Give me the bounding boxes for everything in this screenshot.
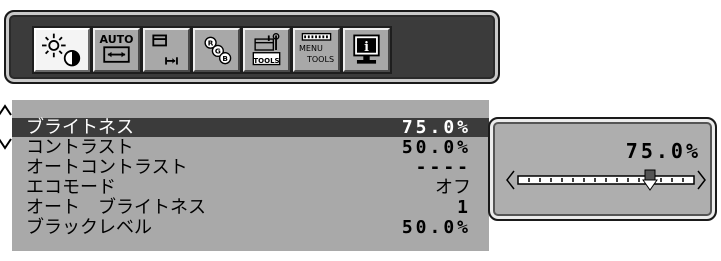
setting-label: コントラスト bbox=[26, 137, 134, 158]
setting-row-brightness[interactable]: ブライトネス 75.0% bbox=[12, 118, 489, 137]
auto-adjust-icon bbox=[103, 46, 130, 63]
brightness-slider[interactable] bbox=[506, 167, 706, 193]
tab-menu-tools-label: TOOLS bbox=[307, 55, 335, 64]
tab-color[interactable]: R G B bbox=[193, 28, 240, 72]
svg-text:B: B bbox=[222, 54, 228, 63]
setting-row-auto-brightness[interactable]: オート ブライトネス 1 bbox=[12, 198, 489, 217]
setting-row-contrast[interactable]: コントラスト 50.0% bbox=[12, 138, 489, 157]
tab-brightness-contrast[interactable] bbox=[34, 28, 90, 72]
tab-position[interactable] bbox=[143, 28, 190, 72]
setting-label: ブライトネス bbox=[26, 117, 134, 138]
slider-right-arrow-icon bbox=[697, 170, 706, 190]
brightness-contrast-icon bbox=[42, 33, 81, 67]
tab-information[interactable]: i bbox=[343, 28, 390, 72]
setting-value: 75.0% bbox=[401, 117, 471, 138]
scroll-up-icon[interactable] bbox=[0, 104, 12, 116]
svg-text:G: G bbox=[215, 47, 221, 56]
information-icon: i bbox=[353, 34, 380, 64]
setting-label: オート ブライトネス bbox=[26, 197, 206, 218]
scroll-down-icon[interactable] bbox=[0, 138, 12, 150]
setting-label: ブラックレベル bbox=[26, 217, 152, 238]
svg-text:R: R bbox=[208, 38, 214, 47]
setting-row-eco-mode[interactable]: エコモード オフ bbox=[12, 178, 489, 197]
osd-tab-row: AUTO R G B TOOLS MENU TOOLS i bbox=[32, 26, 392, 74]
setting-value: 1 bbox=[457, 197, 471, 218]
brightness-popup: 75.0% bbox=[488, 117, 717, 221]
slider-left-arrow-icon bbox=[506, 170, 515, 190]
slider-knob bbox=[642, 169, 658, 191]
tab-tools-label: TOOLS bbox=[253, 57, 280, 65]
setting-value: ---- bbox=[415, 157, 471, 178]
position-size-icon bbox=[152, 34, 178, 65]
osd-menu-bar: AUTO R G B TOOLS MENU TOOLS i bbox=[4, 10, 500, 84]
svg-text:i: i bbox=[364, 39, 369, 54]
setting-value: オフ bbox=[435, 177, 471, 198]
setting-value: 50.0% bbox=[401, 217, 471, 238]
setting-label: オートコントラスト bbox=[26, 157, 188, 178]
popup-value: 75.0% bbox=[625, 139, 701, 163]
tab-auto-adjust[interactable]: AUTO bbox=[93, 28, 140, 72]
rgb-color-icon: R G B bbox=[204, 36, 232, 65]
tab-menu-label: MENU bbox=[299, 44, 323, 53]
setting-value: 50.0% bbox=[401, 137, 471, 158]
setting-label: エコモード bbox=[26, 177, 116, 198]
tab-menu-tools[interactable]: MENU TOOLS bbox=[293, 28, 340, 72]
settings-panel: ブライトネス 75.0% コントラスト 50.0% オートコントラスト ----… bbox=[12, 100, 489, 251]
setting-row-auto-contrast[interactable]: オートコントラスト ---- bbox=[12, 158, 489, 177]
setting-row-black-level[interactable]: ブラックレベル 50.0% bbox=[12, 218, 489, 237]
tab-tools[interactable]: TOOLS bbox=[243, 28, 290, 72]
